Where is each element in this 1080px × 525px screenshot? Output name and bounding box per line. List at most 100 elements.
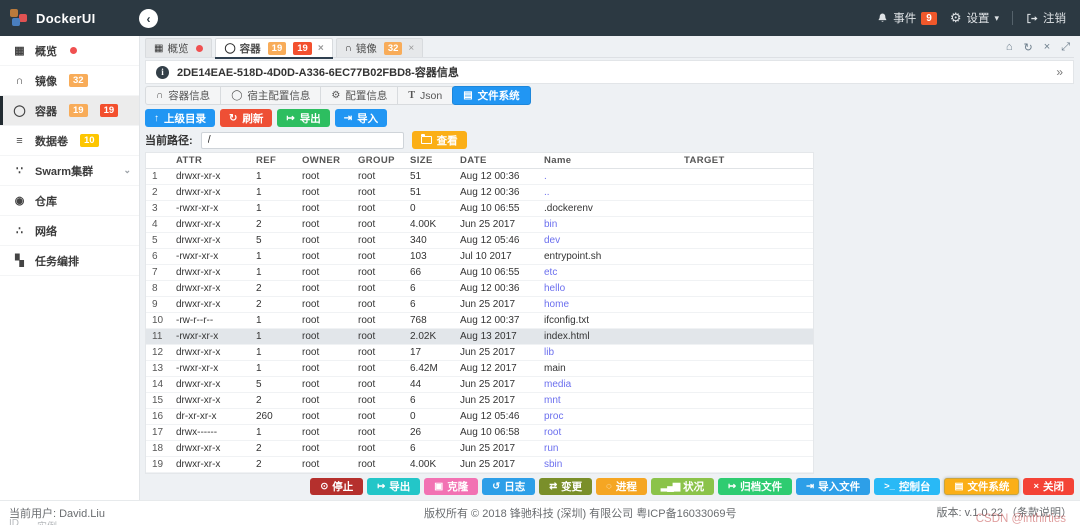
file-link[interactable]: etc [544,267,557,278]
sidebar-item-tasks[interactable]: ▚任务编排 [0,246,139,276]
sidebar-item-label: 镜像 [35,73,57,89]
settings-button[interactable]: ⚙ 设置 ▾ [950,10,999,26]
double-chevron-right-icon[interactable]: » [1056,65,1063,79]
close-icon: × [1033,481,1039,492]
owner-cell: root [296,424,352,440]
file-link[interactable]: . [544,171,547,182]
table-row[interactable]: 12drwxr-xr-x1rootroot17Jun 25 2017lib [146,344,813,360]
ref-cell: 2 [250,216,296,232]
sidebar-item-images[interactable]: ∩镜像32 [0,66,139,96]
filesystem-button[interactable]: ▤文件系统 [944,478,1019,495]
table-row[interactable]: 5drwxr-xr-x5rootroot340Aug 12 05:46dev [146,232,813,248]
sidebar-item-containers[interactable]: ◯容器1919 [0,96,139,126]
parent-dir-button[interactable]: ↑上级目录 [145,109,215,127]
size-cell: 6 [404,440,454,456]
subtab-host-config[interactable]: ◯宿主配置信息 [220,86,321,105]
table-row[interactable]: 19drwxr-xr-x2rootroot4.00KJun 25 2017sbi… [146,456,813,472]
close-icon[interactable]: × [1044,41,1050,54]
diff-button[interactable]: ⇄变更 [539,478,592,495]
file-link[interactable]: media [544,379,571,390]
table-row[interactable]: 15drwxr-xr-x2rootroot6Jun 25 2017mnt [146,392,813,408]
current-path-input[interactable] [201,132,404,149]
subtab-json[interactable]: TJson [397,86,453,105]
sidebar-item-registry[interactable]: ◉仓库 [0,186,139,216]
sidebar-item-volumes[interactable]: ≡数据卷10 [0,126,139,156]
refresh-button[interactable]: ↻刷新 [220,109,272,127]
table-row[interactable]: 7drwxr-xr-x1rootroot66Aug 10 06:55etc [146,264,813,280]
date-cell: Jun 25 2017 [454,344,538,360]
home-icon[interactable]: ⌂ [1006,41,1013,54]
table-row[interactable]: 14drwxr-xr-x5rootroot44Jun 25 2017media [146,376,813,392]
tab-containers[interactable]: ◯容器1919× [215,38,332,57]
file-link[interactable]: home [544,299,569,310]
view-button[interactable]: 查看 [412,131,467,149]
name-cell: .. [538,184,678,200]
tab-images[interactable]: ∩镜像32× [336,38,424,57]
date-cell: Aug 12 00:36 [454,280,538,296]
clone-button[interactable]: ▣克隆 [424,478,478,495]
file-link[interactable]: bin [544,219,557,230]
size-cell: 103 [404,248,454,264]
tab-close-icon[interactable]: × [318,43,324,54]
path-label: 当前路径: [145,132,193,148]
console-button[interactable]: >_控制台 [874,478,940,495]
subtab-container-info[interactable]: ∩容器信息 [145,86,221,105]
tab-overview[interactable]: ▦概览 [145,38,212,57]
table-row[interactable]: 18drwxr-xr-x2rootroot6Jun 25 2017run [146,440,813,456]
subtab-label: 配置信息 [345,88,387,103]
stats-button[interactable]: ▂▄▆状况 [651,478,714,495]
table-row[interactable]: 4drwxr-xr-x2rootroot4.00KJun 25 2017bin [146,216,813,232]
column-header: SIZE [404,153,454,168]
group-cell: root [352,280,404,296]
sidebar-item-network[interactable]: ∴网络 [0,216,139,246]
owner-cell: root [296,280,352,296]
stop-button[interactable]: ⊙停止 [310,478,363,495]
file-link[interactable]: sbin [544,459,562,470]
row-number: 11 [146,328,170,344]
file-link[interactable]: lib [544,347,554,358]
logs-button[interactable]: ↺日志 [482,478,535,495]
table-row[interactable]: 2drwxr-xr-x1rootroot51Aug 12 00:36.. [146,184,813,200]
table-row[interactable]: 1drwxr-xr-x1rootroot51Aug 12 00:36. [146,168,813,184]
file-link[interactable]: proc [544,411,563,422]
processes-button[interactable]: ◌进程 [596,478,647,495]
button-label: 导出 [300,111,321,126]
ref-cell: 260 [250,408,296,424]
ref-cell: 1 [250,312,296,328]
file-link[interactable]: hello [544,283,565,294]
sidebar-item-overview[interactable]: ▦概览 [0,36,139,66]
import-file-button[interactable]: ⇥导入文件 [796,478,870,495]
import-button[interactable]: ⇥导入 [335,109,387,127]
file-link[interactable]: mnt [544,395,561,406]
subtab-filesystem[interactable]: ▤文件系统 [452,86,530,105]
close-button[interactable]: ×关闭 [1023,478,1074,495]
column-header: DATE [454,153,538,168]
table-row[interactable]: 10-rw-r--r--1rootroot768Aug 12 00:37ifco… [146,312,813,328]
table-row[interactable]: 8drwxr-xr-x2rootroot6Aug 12 00:36hello [146,280,813,296]
table-row[interactable]: 11-rwxr-xr-x1rootroot2.02KAug 13 2017ind… [146,328,813,344]
export-button[interactable]: ↦导出 [367,478,420,495]
file-link[interactable]: root [544,427,561,438]
table-row[interactable]: 16dr-xr-xr-x260rootroot0Aug 12 05:46proc [146,408,813,424]
archive-button[interactable]: ↦归档文件 [718,478,792,495]
export-button[interactable]: ↦导出 [277,109,329,127]
subtab-config[interactable]: ⚙配置信息 [320,86,398,105]
sidebar-collapse-button[interactable]: ‹ [139,9,158,28]
table-row[interactable]: 3-rwxr-xr-x1rootroot0Aug 10 06:55.docker… [146,200,813,216]
expand-icon[interactable]: ⤢ [1061,41,1070,54]
sidebar-item-label: Swarm集群 [35,163,93,179]
table-row[interactable]: 6-rwxr-xr-x1rootroot103Jul 10 2017entryp… [146,248,813,264]
table-row[interactable]: 17drwx------1rootroot26Aug 10 06:58root [146,424,813,440]
file-link[interactable]: dev [544,235,560,246]
sidebar-item-swarm[interactable]: ∵Swarm集群⌄ [0,156,139,186]
group-cell: root [352,168,404,184]
table-row[interactable]: 13-rwxr-xr-x1rootroot6.42MAug 12 2017mai… [146,360,813,376]
events-button[interactable]: 事件 9 [877,10,937,26]
sidebar-item-label: 网络 [35,223,57,239]
logout-button[interactable]: 注销 [1026,10,1066,26]
tab-close-icon[interactable]: × [408,43,414,54]
refresh-icon[interactable]: ↻ [1024,41,1033,54]
file-link[interactable]: run [544,443,558,454]
table-row[interactable]: 9drwxr-xr-x2rootroot6Jun 25 2017home [146,296,813,312]
file-link[interactable]: .. [544,187,550,198]
